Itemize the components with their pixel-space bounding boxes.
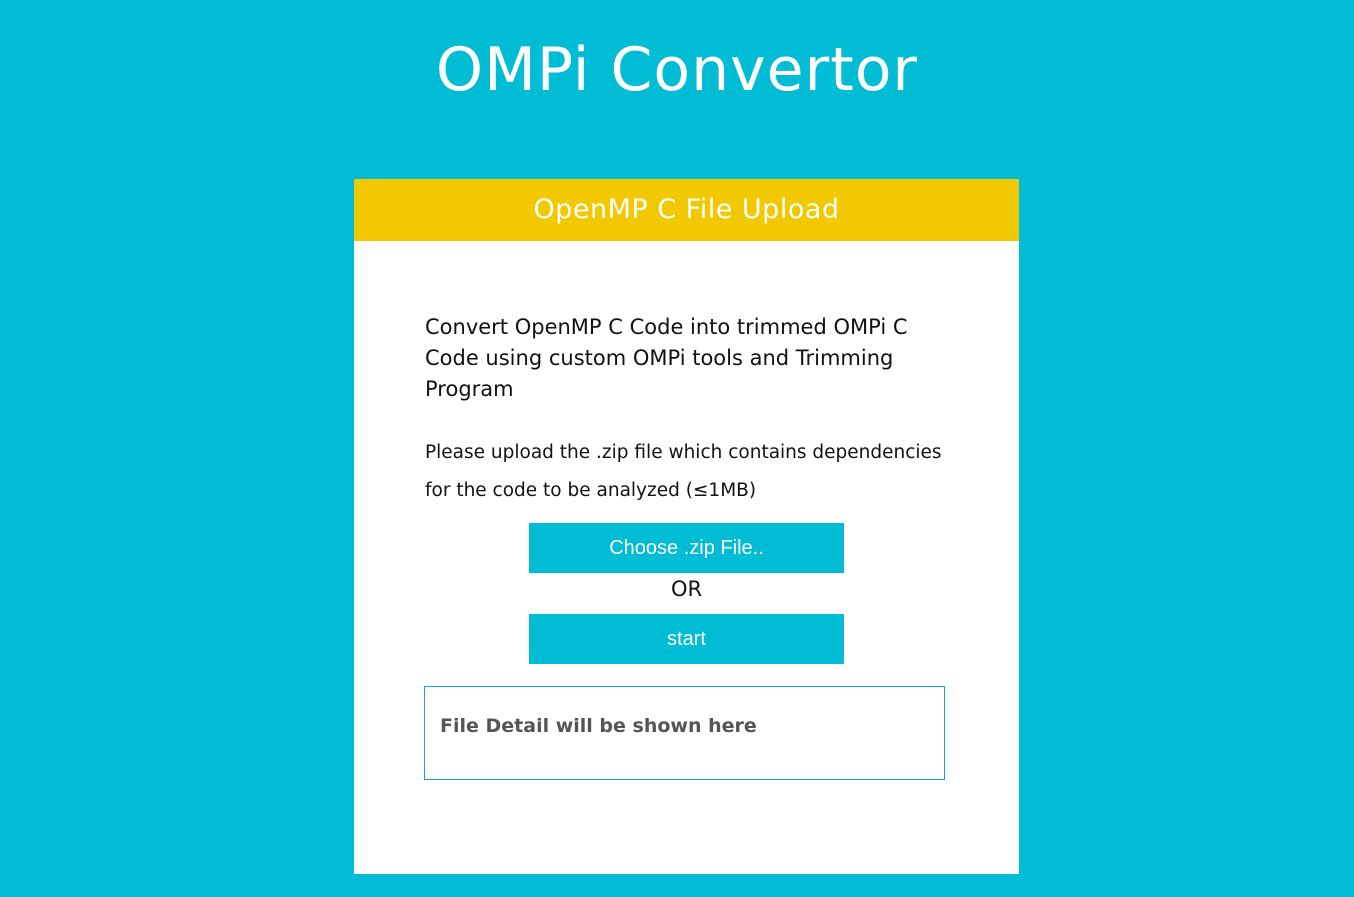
start-button[interactable]: start xyxy=(529,614,844,664)
intro-text: Convert OpenMP C Code into trimmed OMPi … xyxy=(425,315,908,401)
page-title: OMPi Convertor xyxy=(435,35,919,105)
file-detail-box: File Detail will be shown here xyxy=(424,686,945,780)
upload-card: OpenMP C File Upload Convert OpenMP C Co… xyxy=(354,179,1019,874)
upload-instructions: Please upload the .zip file which contai… xyxy=(425,442,942,501)
choose-zip-file-button[interactable]: Choose .zip File.. xyxy=(529,523,844,573)
or-label: OR xyxy=(670,577,703,601)
card-header: OpenMP C File Upload xyxy=(354,179,1019,241)
file-detail-text: File Detail will be shown here xyxy=(440,715,757,737)
